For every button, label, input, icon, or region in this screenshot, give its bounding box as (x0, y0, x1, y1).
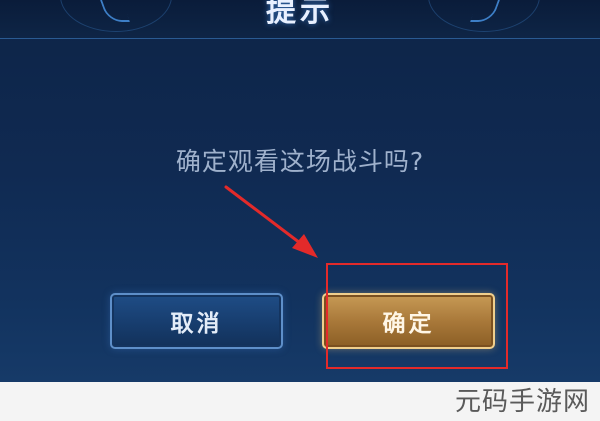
cancel-button-label: 取消 (170, 311, 223, 337)
dialog-message: 确定观看这场战斗吗? (175, 147, 425, 176)
dialog-title: 提示 (266, 0, 334, 29)
annotation-highlight-box (326, 263, 508, 369)
watch-battle-dialog: 提示 确定观看这场战斗吗? 取消 确定 (0, 0, 600, 382)
dialog-header: 提示 (0, 0, 600, 39)
site-watermark: 元码手游网 (454, 387, 590, 417)
cancel-button[interactable]: 取消 (110, 293, 283, 349)
